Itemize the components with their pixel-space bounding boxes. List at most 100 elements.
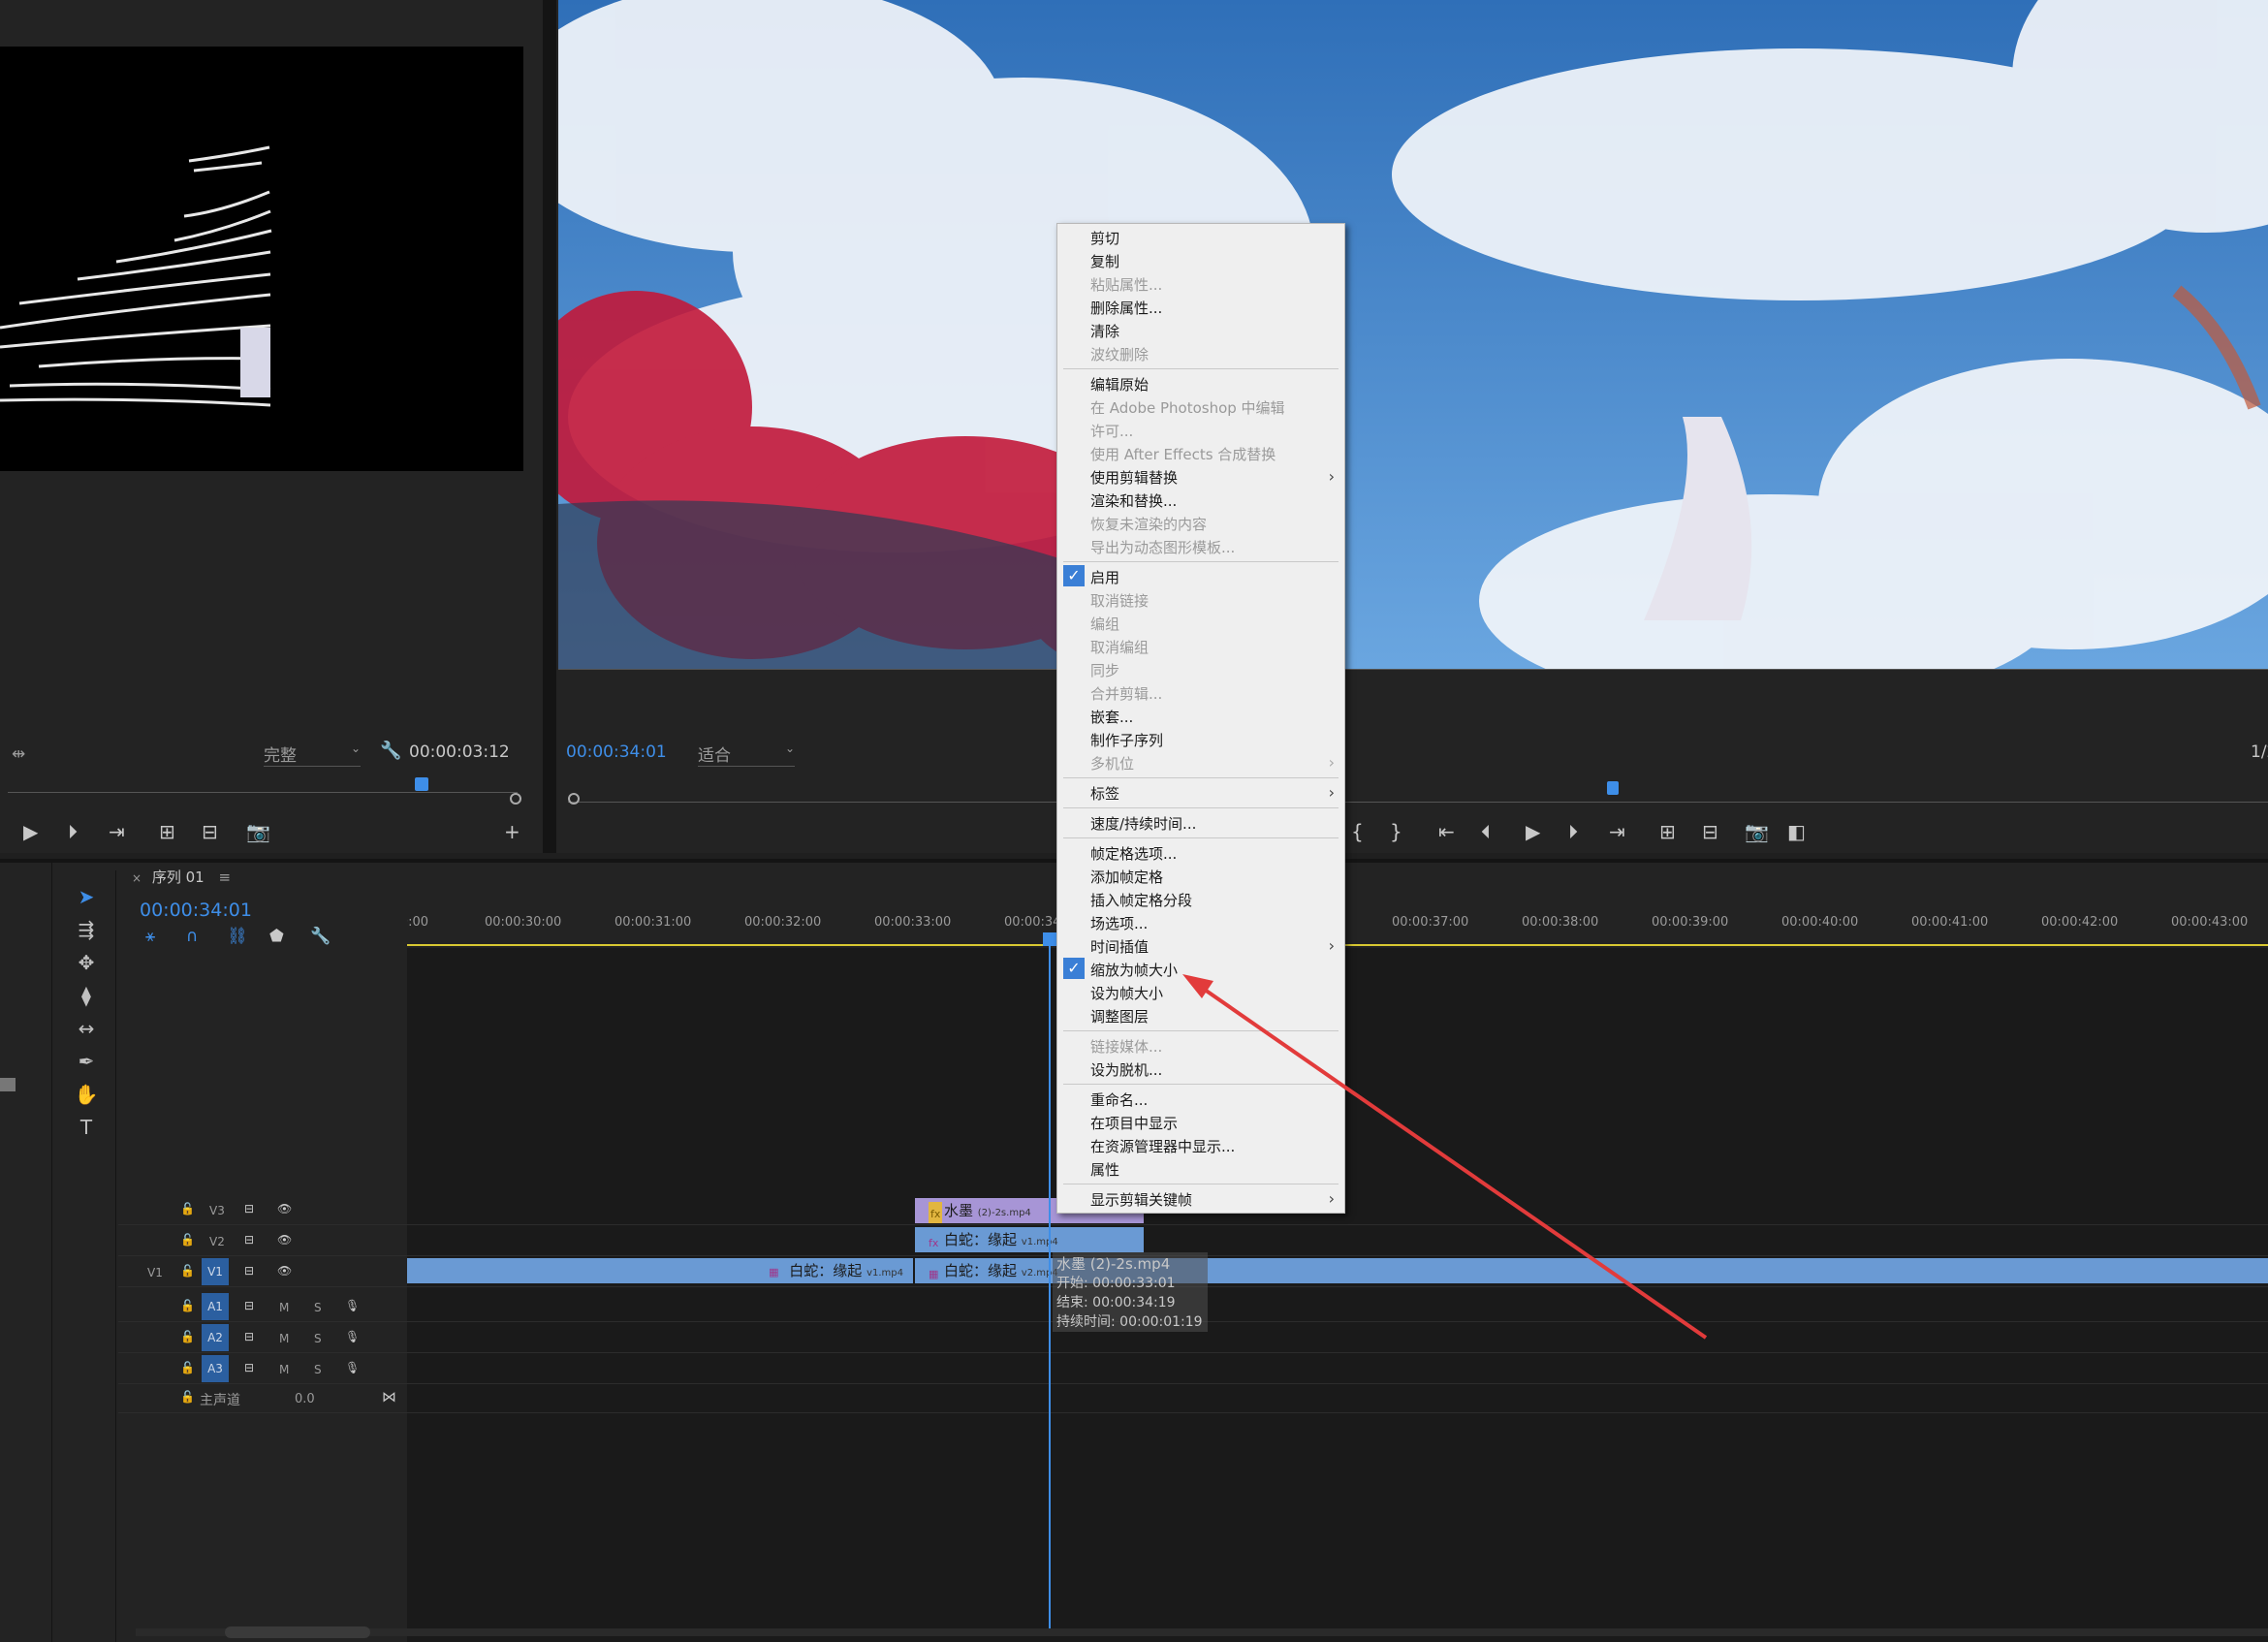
comparison-view-icon[interactable]: ◧ — [1787, 820, 1806, 843]
lock-icon[interactable]: 🔓 — [180, 1233, 195, 1247]
microphone-icon[interactable]: 🎙 — [345, 1361, 360, 1374]
horizontal-scrollbar[interactable] — [136, 1626, 2268, 1638]
menu-item-render-replace[interactable]: 渲染和替换... — [1090, 490, 1177, 511]
lift-icon[interactable]: ⊞ — [1659, 820, 1676, 843]
microphone-icon[interactable]: 🎙 — [345, 1330, 360, 1343]
source-scrubber[interactable] — [8, 772, 518, 793]
bowtie-icon[interactable]: ⋈ — [382, 1388, 396, 1405]
linked-selection-icon[interactable]: ⛓ — [227, 927, 248, 946]
menu-item-insert-frame-hold[interactable]: 插入帧定格分段 — [1090, 890, 1192, 910]
extract-icon[interactable]: ⊟ — [1702, 820, 1718, 843]
menu-item-enable[interactable]: 启用 — [1090, 567, 1119, 587]
sync-lock-icon[interactable]: ⊟ — [244, 1202, 254, 1216]
program-timecode[interactable]: 00:00:34:01 — [566, 742, 667, 762]
solo-button[interactable]: S — [314, 1301, 322, 1314]
menu-item-make-subsequence[interactable]: 制作子序列 — [1090, 730, 1163, 750]
master-volume[interactable]: 0.0 — [295, 1392, 315, 1406]
menu-item-properties[interactable]: 属性 — [1090, 1159, 1119, 1180]
sync-lock-icon[interactable]: ⊟ — [244, 1264, 254, 1278]
menu-item-reveal-in-project[interactable]: 在项目中显示 — [1090, 1113, 1178, 1133]
quality-dropdown[interactable]: 完整 ⌄ — [264, 742, 361, 767]
razor-tool-icon[interactable]: ⧫ — [74, 983, 99, 1008]
program-playhead[interactable] — [1607, 781, 1619, 795]
menu-item-rename[interactable]: 重命名... — [1090, 1089, 1148, 1110]
play-icon[interactable]: ▶ — [23, 820, 38, 843]
sync-lock-icon[interactable]: ⊟ — [244, 1361, 254, 1374]
snap-icon[interactable]: ∩ — [186, 927, 198, 946]
add-marker-icon[interactable]: ⬟ — [269, 927, 284, 946]
sync-lock-icon[interactable]: ⊟ — [244, 1299, 254, 1312]
play-icon[interactable]: ▶ — [1526, 820, 1540, 843]
menu-item-clear[interactable]: 清除 — [1090, 321, 1119, 341]
menu-item-speed-duration[interactable]: 速度/持续时间... — [1090, 813, 1196, 834]
camera-icon[interactable]: 📷 — [246, 820, 270, 843]
menu-item-copy[interactable]: 复制 — [1090, 251, 1119, 271]
menu-item-field-options[interactable]: 场选项... — [1090, 913, 1148, 933]
scrollbar-thumb[interactable] — [225, 1626, 370, 1638]
solo-button[interactable]: S — [314, 1363, 322, 1376]
mute-button[interactable]: M — [279, 1332, 289, 1345]
step-back-icon[interactable]: ⏴ — [1481, 820, 1491, 843]
sync-lock-icon[interactable]: ⊟ — [244, 1233, 254, 1247]
microphone-icon[interactable]: 🎙 — [345, 1299, 360, 1312]
sequence-tab[interactable]: × 序列 01 ≡ — [132, 867, 231, 887]
fit-dropdown[interactable]: 适合 ⌄ — [698, 742, 795, 767]
close-icon[interactable]: × — [132, 871, 142, 885]
zoom-handle[interactable] — [510, 793, 521, 805]
wrench-icon[interactable]: 🔧 — [380, 741, 401, 761]
sync-lock-icon[interactable]: ⊟ — [244, 1330, 254, 1343]
source-playhead[interactable] — [415, 777, 428, 791]
panel-divider[interactable] — [543, 0, 556, 853]
lock-icon[interactable]: 🔓 — [180, 1299, 195, 1312]
track-target-v1[interactable]: V1 — [202, 1258, 229, 1285]
clip-v2[interactable]: fx 白蛇：缘起 v1.mp4 — [915, 1227, 1144, 1252]
camera-icon[interactable]: 📷 — [1745, 820, 1769, 843]
mute-button[interactable]: M — [279, 1301, 289, 1314]
zoom-handle[interactable] — [568, 793, 580, 805]
menu-item-reveal-in-explorer[interactable]: 在资源管理器中显示... — [1090, 1136, 1235, 1156]
menu-item-adjustment-layer[interactable]: 调整图层 — [1090, 1006, 1149, 1026]
media-thumbnail[interactable] — [0, 1078, 16, 1091]
track-target-a3[interactable]: A3 — [202, 1355, 229, 1382]
go-to-in-icon[interactable]: ⇤ — [1438, 820, 1455, 843]
go-to-out-icon[interactable]: ⇥ — [1609, 820, 1625, 843]
menu-item-make-offline[interactable]: 设为脱机... — [1090, 1059, 1162, 1080]
mark-in-icon[interactable]: { — [1351, 820, 1364, 843]
add-button-icon[interactable]: + — [504, 820, 520, 843]
mark-out-icon[interactable]: } — [1390, 820, 1402, 843]
source-patch-v1[interactable]: V1 — [147, 1266, 163, 1279]
menu-item-nest[interactable]: 嵌套... — [1090, 707, 1133, 727]
solo-button[interactable]: S — [314, 1332, 322, 1345]
lock-icon[interactable]: 🔓 — [180, 1202, 195, 1216]
selection-tool-icon[interactable]: ➤ — [74, 884, 99, 909]
step-forward-icon[interactable]: ⏵ — [68, 820, 78, 843]
drag-handle-icon[interactable]: ⇹ — [12, 744, 25, 764]
lock-icon[interactable]: 🔓 — [180, 1361, 195, 1374]
menu-item-scale-to-frame-size[interactable]: 缩放为帧大小 — [1090, 960, 1178, 980]
clip-v1-a[interactable]: ▦ 白蛇：缘起 v1.mp4 — [407, 1258, 913, 1283]
menu-item-remove-attributes[interactable]: 删除属性... — [1090, 298, 1162, 318]
mute-button[interactable]: M — [279, 1363, 289, 1376]
insert-icon[interactable]: ⊞ — [159, 820, 175, 843]
timeline-playhead[interactable] — [1043, 932, 1056, 946]
wrench-icon[interactable]: 🔧 — [310, 927, 331, 946]
hand-tool-icon[interactable]: ✋ — [74, 1082, 99, 1107]
eye-icon[interactable]: 👁 — [277, 1202, 292, 1216]
lock-icon[interactable]: 🔓 — [180, 1264, 195, 1278]
track-target-a1[interactable]: A1 — [202, 1293, 229, 1320]
menu-item-frame-hold-options[interactable]: 帧定格选项... — [1090, 843, 1177, 864]
track-target-a2[interactable]: A2 — [202, 1324, 229, 1351]
slip-tool-icon[interactable]: ↔ — [74, 1016, 99, 1041]
nest-toggle-icon[interactable]: ⚹ — [145, 927, 155, 946]
eye-icon[interactable]: 👁 — [277, 1264, 292, 1278]
lock-icon[interactable]: 🔓 — [180, 1390, 195, 1404]
lock-icon[interactable]: 🔓 — [180, 1330, 195, 1343]
menu-item-label[interactable]: 标签 — [1090, 783, 1119, 804]
program-scrubber[interactable] — [568, 781, 2268, 803]
overwrite-icon[interactable]: ⊟ — [202, 820, 218, 843]
menu-item-add-frame-hold[interactable]: 添加帧定格 — [1090, 867, 1163, 887]
eye-icon[interactable]: 👁 — [277, 1233, 292, 1247]
timeline-timecode[interactable]: 00:00:34:01 — [140, 900, 252, 921]
menu-icon[interactable]: ≡ — [218, 868, 231, 886]
ripple-edit-tool-icon[interactable]: ✥ — [74, 950, 99, 975]
